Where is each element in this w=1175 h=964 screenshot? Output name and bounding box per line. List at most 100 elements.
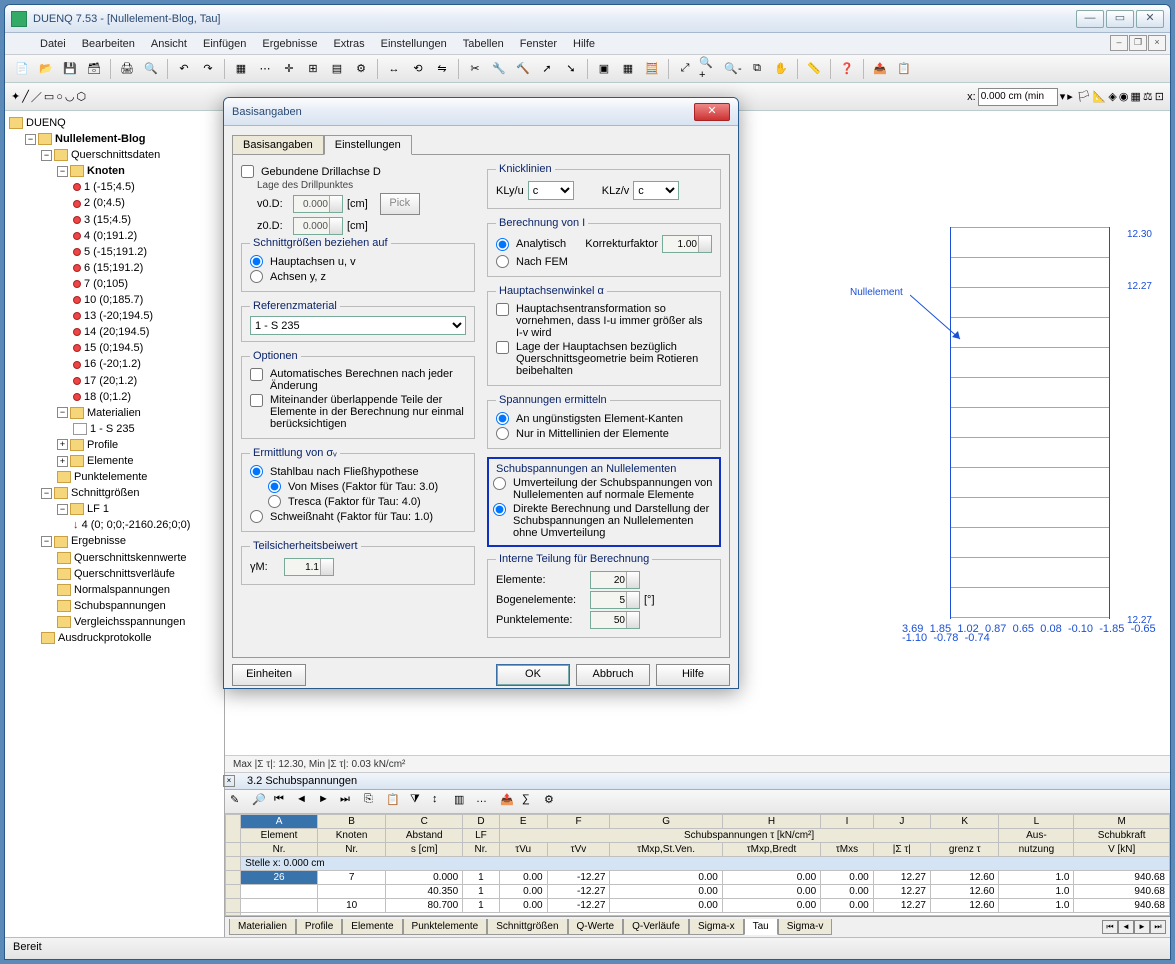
menu-datei[interactable]: Datei xyxy=(33,36,73,52)
tree-elemente[interactable]: Elemente xyxy=(87,455,133,467)
radio-stahlbau[interactable] xyxy=(250,465,263,478)
dt-first-icon[interactable]: ⏮ xyxy=(273,792,293,812)
tree-schnittgr[interactable]: Schnittgrößen xyxy=(71,487,139,499)
tree-knoten-item[interactable]: 17 (20;1.2) xyxy=(84,375,137,387)
x-play-icon[interactable]: ▸ xyxy=(1067,90,1073,103)
radio-umverteilung[interactable] xyxy=(493,477,506,490)
panel-close-icon[interactable]: × xyxy=(223,775,235,787)
tree-lf1[interactable]: LF 1 xyxy=(87,503,109,515)
axes-icon[interactable]: ✛ xyxy=(278,58,300,80)
tree-knoten-item[interactable]: 13 (-20;194.5) xyxy=(84,310,153,322)
menu-ansicht[interactable]: Ansicht xyxy=(144,36,194,52)
help-icon[interactable]: ❓ xyxy=(836,58,858,80)
hilfe-button[interactable]: Hilfe xyxy=(656,664,730,686)
table2-icon[interactable]: ▦ xyxy=(617,58,639,80)
dt-next-icon[interactable]: ► xyxy=(317,792,337,812)
zoom-fit-icon[interactable]: ⤢ xyxy=(674,58,696,80)
tree-knoten-item[interactable]: 4 (0;191.2) xyxy=(84,230,137,242)
radio-mittellinien[interactable] xyxy=(496,427,509,440)
tree-punkt[interactable]: Punktelemente xyxy=(74,471,147,483)
tab-sigma-v[interactable]: Sigma-v xyxy=(778,919,833,935)
tab-schnittgrößen[interactable]: Schnittgrößen xyxy=(487,919,567,935)
arrow2-icon[interactable]: ➘ xyxy=(560,58,582,80)
radio-fem[interactable] xyxy=(496,255,509,268)
input-teilel[interactable] xyxy=(590,571,640,589)
poly-icon[interactable]: ⬡ xyxy=(77,90,87,103)
view4-icon[interactable]: ◉ xyxy=(1119,90,1129,103)
tab-q-verläufe[interactable]: Q-Verläufe xyxy=(623,919,689,935)
tool1-icon[interactable]: 🔧 xyxy=(488,58,510,80)
dt-export-icon[interactable]: 📤 xyxy=(499,792,519,812)
element-icon[interactable]: ╱ xyxy=(22,90,29,103)
view2-icon[interactable]: 📐 xyxy=(1093,90,1107,103)
tree-knoten-item[interactable]: 18 (0;1.2) xyxy=(84,391,131,403)
tree-knoten-item[interactable]: 1 (-15;4.5) xyxy=(84,181,135,193)
maximize-button[interactable]: ▭ xyxy=(1106,10,1134,28)
x-value-field[interactable] xyxy=(978,88,1058,106)
dt-copy-icon[interactable]: ⎘ xyxy=(363,792,383,812)
pan-icon[interactable]: ✋ xyxy=(770,58,792,80)
dt-prev-icon[interactable]: ◄ xyxy=(295,792,315,812)
dt-find-icon[interactable]: 🔎 xyxy=(251,792,271,812)
radio-kanten[interactable] xyxy=(496,412,509,425)
dt-calc-icon[interactable]: ∑ xyxy=(521,792,541,812)
tab-nav-icon[interactable]: ⏮ xyxy=(1102,920,1118,934)
open-icon[interactable]: 📂 xyxy=(35,58,57,80)
zoom-out-icon[interactable]: 🔍- xyxy=(722,58,744,80)
tree-knoten-item[interactable]: 10 (0;185.7) xyxy=(84,294,143,306)
cb-hauptlage[interactable] xyxy=(496,341,509,354)
tree-erg-item[interactable]: Schubspannungen xyxy=(74,600,166,612)
close-button[interactable]: ✕ xyxy=(1136,10,1164,28)
input-gammam[interactable] xyxy=(284,558,334,576)
select-kly[interactable]: c xyxy=(528,181,574,200)
ok-button[interactable]: OK xyxy=(496,664,570,686)
cb-overlap[interactable] xyxy=(250,394,263,407)
menu-tabellen[interactable]: Tabellen xyxy=(456,36,511,52)
rect-icon[interactable]: ▭ xyxy=(44,90,54,103)
tree-lf1-item[interactable]: 4 (0; 0;0;-2160.26;0;0) xyxy=(82,519,191,531)
tree-erg-item[interactable]: Vergleichsspannungen xyxy=(74,616,185,628)
tree-root[interactable]: DUENQ xyxy=(26,117,66,129)
select-material[interactable]: 1 - S 235 xyxy=(250,316,466,335)
tree-erg-item[interactable]: Querschnittsverläufe xyxy=(74,568,175,580)
dialog-close-button[interactable]: ✕ xyxy=(694,103,730,121)
tree-erg-item[interactable]: Normalspannungen xyxy=(74,584,170,596)
move-icon[interactable]: ↔ xyxy=(383,58,405,80)
radio-hauptachsen[interactable] xyxy=(250,255,263,268)
tab-einstellungen[interactable]: Einstellungen xyxy=(324,135,412,155)
radio-vonmises[interactable] xyxy=(268,480,281,493)
input-teilbg[interactable] xyxy=(590,591,640,609)
cb-drill[interactable] xyxy=(241,165,254,178)
cut-icon[interactable]: ✂ xyxy=(464,58,486,80)
tab-q-werte[interactable]: Q-Werte xyxy=(568,919,624,935)
menu-bearbeiten[interactable]: Bearbeiten xyxy=(75,36,142,52)
undo-icon[interactable]: ↶ xyxy=(173,58,195,80)
dt-more-icon[interactable]: … xyxy=(475,792,495,812)
mdi-minimize-button[interactable]: – xyxy=(1110,35,1128,51)
dt-sort-icon[interactable]: ↕ xyxy=(431,792,451,812)
tab-sigma-x[interactable]: Sigma-x xyxy=(689,919,744,935)
input-z0d[interactable] xyxy=(293,217,343,235)
radio-direkte[interactable] xyxy=(493,503,506,516)
tab-nav-icon[interactable]: ► xyxy=(1134,920,1150,934)
einheiten-button[interactable]: Einheiten xyxy=(232,664,306,686)
tree-erg-item[interactable]: Querschnittskennwerte xyxy=(74,552,187,564)
menu-extras[interactable]: Extras xyxy=(326,36,371,52)
select-klz[interactable]: c xyxy=(633,181,679,200)
tab-basisangaben[interactable]: Basisangaben xyxy=(232,135,324,155)
pick-button[interactable]: Pick xyxy=(380,193,420,215)
tab-punktelemente[interactable]: Punktelemente xyxy=(403,919,488,935)
tree-knoten-item[interactable]: 15 (0;194.5) xyxy=(84,342,143,354)
radio-tresca[interactable] xyxy=(268,495,281,508)
tree-knoten-item[interactable]: 6 (15;191.2) xyxy=(84,262,143,274)
calc-icon[interactable]: 🧮 xyxy=(641,58,663,80)
radio-schweiss[interactable] xyxy=(250,510,263,523)
mdi-restore-button[interactable]: ❐ xyxy=(1129,35,1147,51)
tab-profile[interactable]: Profile xyxy=(296,919,342,935)
tree-knoten-item[interactable]: 14 (20;194.5) xyxy=(84,326,149,338)
arc-icon[interactable]: ◡ xyxy=(65,90,75,103)
cb-haupttrans[interactable] xyxy=(496,303,509,316)
zoom-win-icon[interactable]: ⧉ xyxy=(746,58,768,80)
view3-icon[interactable]: ◈ xyxy=(1108,90,1116,103)
view5-icon[interactable]: ▦ xyxy=(1131,90,1141,103)
